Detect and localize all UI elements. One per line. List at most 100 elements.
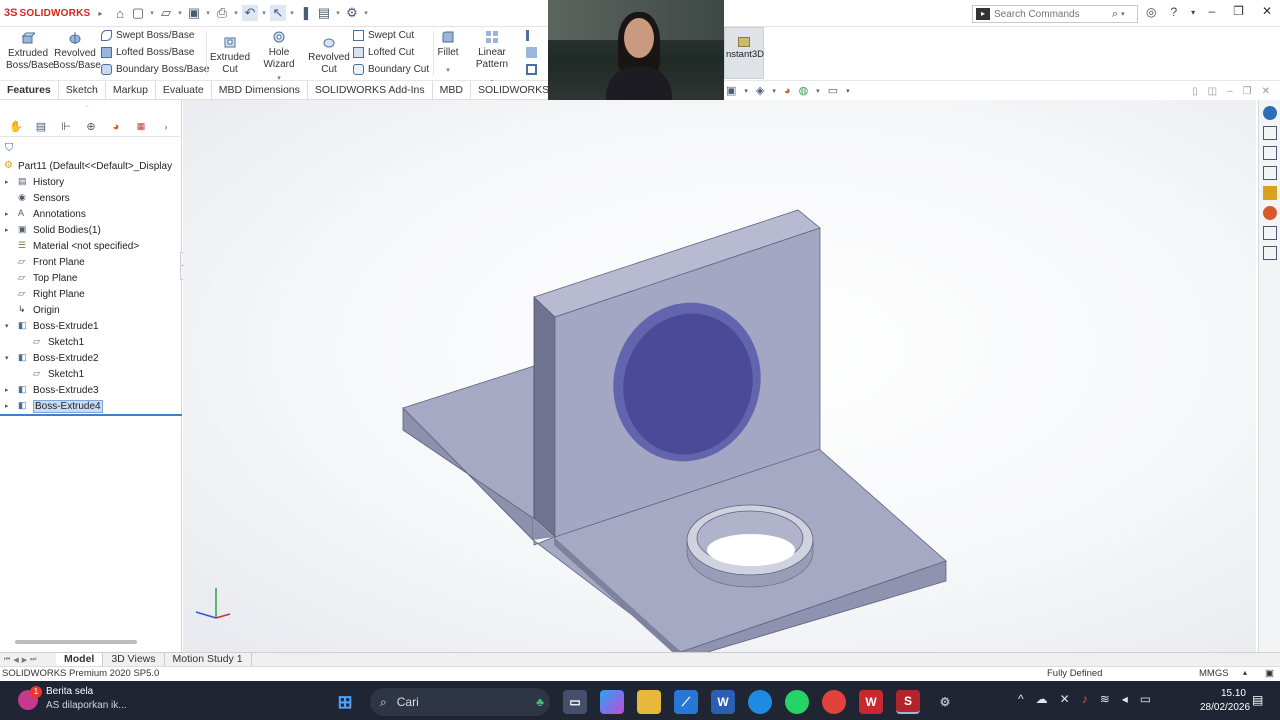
home-icon[interactable]: ⌂: [112, 5, 128, 21]
appearances-icon[interactable]: [1262, 206, 1277, 220]
new-dropdown-icon[interactable]: ▾: [148, 9, 156, 17]
notification-icon[interactable]: ▤: [1252, 693, 1263, 707]
task-view-icon[interactable]: ▭: [563, 690, 587, 714]
tree-item[interactable]: ▾ ◧ Boss-Extrude1: [0, 318, 182, 334]
copilot-icon[interactable]: [600, 690, 624, 714]
tree-item[interactable]: ▸ ▣ Solid Bodies(1): [0, 222, 182, 238]
new-document-icon[interactable]: ▢: [130, 5, 146, 21]
minimize-icon[interactable]: –: [1208, 4, 1215, 18]
search-commands-box[interactable]: ▸ ⌕ ▾: [972, 5, 1138, 23]
feature-manager-tab-icon[interactable]: ✋: [8, 119, 24, 135]
tree-expand-icon[interactable]: ▸: [5, 210, 9, 218]
extruded-cut-button[interactable]: Extruded Cut: [210, 35, 250, 76]
design-library-icon[interactable]: [1262, 146, 1277, 160]
filter-icon[interactable]: ⛉: [5, 142, 13, 155]
tree-item[interactable]: ▸ ◧ Boss-Extrude3: [0, 382, 182, 398]
fillet-button[interactable]: Fillet ▾: [436, 30, 460, 77]
tree-item[interactable]: ▱ Front Plane: [0, 254, 182, 270]
tree-expand-icon[interactable]: ▸: [5, 226, 9, 234]
tree-item[interactable]: ▸ A Annotations: [0, 206, 182, 222]
rib-button[interactable]: [526, 30, 537, 41]
tree-item[interactable]: ▸ ◧ Boss-Extrude4: [0, 398, 182, 414]
search-commands-input[interactable]: [994, 8, 1112, 20]
volume-icon[interactable]: ◂: [1122, 692, 1128, 706]
tab-mbd-dimensions[interactable]: MBD Dimensions: [212, 80, 308, 100]
news-widget[interactable]: 1 Berita sela AS dilaporkan ik...: [18, 686, 127, 711]
file-explorer-app-icon[interactable]: [637, 690, 661, 714]
first-tab-icon[interactable]: ⏮: [4, 656, 10, 664]
graphics-area[interactable]: [183, 100, 1256, 652]
units-dropdown-icon[interactable]: ▴: [1243, 668, 1247, 677]
tree-item[interactable]: ▱ Right Plane: [0, 286, 182, 302]
tree-item[interactable]: ▸ ▤ History: [0, 174, 182, 190]
cam-tab-icon[interactable]: ▦: [133, 119, 149, 135]
doc-minimize-icon[interactable]: –: [1227, 86, 1233, 97]
tab-model[interactable]: Model: [56, 652, 104, 667]
system-clock[interactable]: 15.10 28/02/2026: [1200, 687, 1250, 715]
solidworks-resources-icon[interactable]: [1262, 106, 1277, 120]
display-manager-tab-icon[interactable]: ◕: [108, 119, 124, 135]
view-orientation-icon[interactable]: ▣: [726, 84, 736, 97]
view-settings-dropdown-icon[interactable]: ▾: [846, 87, 850, 95]
tab-features[interactable]: Features: [0, 80, 59, 100]
microphone-icon[interactable]: ♪: [1082, 692, 1088, 706]
rebuild-icon[interactable]: ❚: [298, 5, 314, 21]
restore-icon[interactable]: ❐: [1233, 4, 1244, 18]
tree-item[interactable]: ▱ Sketch1: [0, 334, 182, 350]
file-explorer-icon[interactable]: [1262, 166, 1277, 180]
forum-icon[interactable]: [1262, 246, 1277, 260]
wifi-icon[interactable]: ≋: [1100, 692, 1110, 706]
prev-tab-icon[interactable]: ◀: [13, 656, 18, 664]
tree-item[interactable]: ▾ ◧ Boss-Extrude2: [0, 350, 182, 366]
tree-item[interactable]: ▱ Top Plane: [0, 270, 182, 286]
tree-item[interactable]: ↳ Origin: [0, 302, 182, 318]
tab-motion-study[interactable]: Motion Study 1: [165, 652, 252, 667]
configuration-manager-tab-icon[interactable]: ⊩: [58, 119, 74, 135]
panel-grip-icon[interactable]: ◦: [86, 103, 88, 110]
user-account-icon[interactable]: ◎: [1146, 5, 1156, 19]
onedrive-icon[interactable]: ☁: [1036, 692, 1048, 706]
select-icon[interactable]: ↖: [270, 5, 286, 21]
hole-wizard-button[interactable]: Hole Wizard ▾: [253, 30, 305, 85]
wps-office-icon[interactable]: W: [859, 690, 883, 714]
property-manager-tab-icon[interactable]: ▤: [33, 119, 49, 135]
draft-button[interactable]: [526, 47, 537, 58]
save-icon[interactable]: ▣: [186, 5, 202, 21]
extruded-boss-button[interactable]: Extruded Boss/Base: [6, 31, 54, 72]
settings-taskbar-icon[interactable]: ⚙: [933, 690, 957, 714]
search-dropdown-icon[interactable]: ▾: [1121, 10, 1125, 18]
help-icon[interactable]: ?: [1170, 5, 1177, 19]
revolved-boss-button[interactable]: Revolved Boss/Base: [53, 31, 101, 72]
tray-overflow-icon[interactable]: ^: [1018, 692, 1024, 706]
tab-markup[interactable]: Markup: [106, 80, 156, 100]
save-dropdown-icon[interactable]: ▾: [204, 9, 212, 17]
tree-item[interactable]: ▱ Sketch1: [0, 366, 182, 382]
apply-scene-icon[interactable]: ◍: [799, 84, 809, 97]
section-view-icon[interactable]: ◈: [756, 84, 764, 97]
undo-icon[interactable]: ↶: [242, 5, 258, 21]
home-pane-icon[interactable]: [1262, 126, 1277, 140]
shell-button[interactable]: [526, 64, 537, 75]
last-tab-icon[interactable]: ⏭: [30, 656, 36, 664]
lofted-boss-button[interactable]: Lofted Boss/Base: [101, 47, 194, 58]
tree-expand-icon[interactable]: ▸: [5, 178, 9, 186]
windows-start-icon[interactable]: ⊞: [333, 690, 357, 714]
tree-item[interactable]: ☰ Material <not specified>: [0, 238, 182, 254]
tree-expand-icon[interactable]: ▸: [5, 386, 9, 394]
tab-3d-views[interactable]: 3D Views: [103, 652, 165, 667]
edge-browser-icon[interactable]: [748, 690, 772, 714]
tab-mbd[interactable]: MBD: [433, 80, 471, 100]
boundary-boss-button[interactable]: Boundary Boss/Base: [101, 64, 209, 75]
swept-cut-button[interactable]: Swept Cut: [353, 30, 414, 41]
tree-expand-icon[interactable]: ▾: [5, 354, 9, 362]
word-icon[interactable]: W: [711, 690, 735, 714]
next-tab-icon[interactable]: ▶: [22, 656, 27, 664]
solidworks-logo[interactable]: 3S SOLIDWORKS ▸: [0, 7, 102, 19]
custom-properties-icon[interactable]: [1262, 226, 1277, 240]
display-style-dropdown-icon[interactable]: ▾: [772, 87, 776, 95]
menu-expand-icon[interactable]: ▸: [98, 9, 102, 18]
chrome-icon[interactable]: [822, 690, 846, 714]
rollback-bar[interactable]: [0, 414, 182, 416]
select-dropdown-icon[interactable]: ▾: [288, 9, 296, 17]
edit-appearance-icon[interactable]: ◕: [784, 85, 791, 97]
